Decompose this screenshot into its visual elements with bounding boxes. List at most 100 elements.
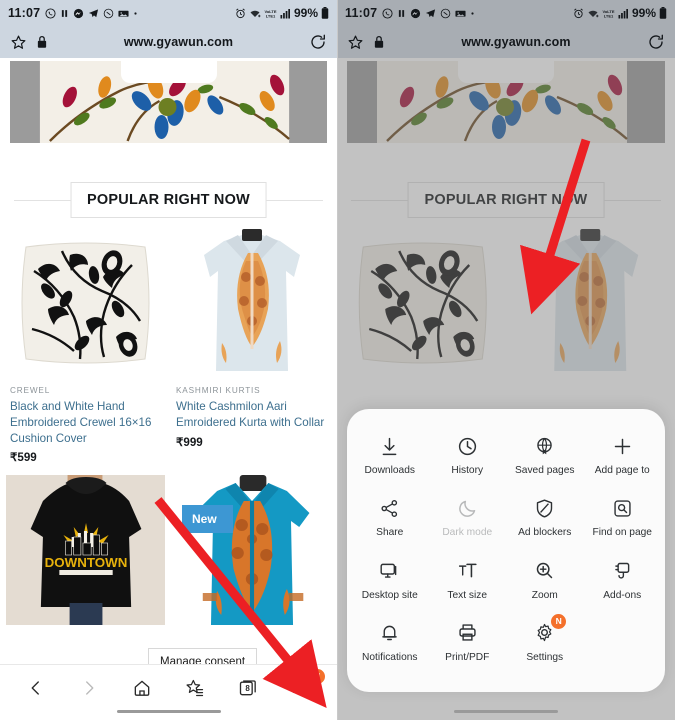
product-image-cushion[interactable] [343, 225, 503, 381]
url-text[interactable]: www.gyawun.com [385, 35, 647, 49]
menu-item-label: Ad blockers [518, 527, 572, 539]
menu-button[interactable]: N [281, 668, 325, 705]
status-system-icons: VoLTE LTE1 99% [235, 6, 329, 20]
globe-save-icon [534, 434, 555, 458]
product-image-kurta-white[interactable] [509, 225, 669, 381]
alarm-icon [235, 8, 246, 19]
menu-item-share[interactable]: Share [351, 487, 429, 549]
menu-item-settings[interactable]: N Settings [506, 612, 584, 674]
menu-item-text-size[interactable]: Text size [429, 550, 507, 612]
product-card[interactable]: KASHMIRI KURTIS White Cashmilon Aari Emr… [172, 225, 331, 464]
menu-item-downloads[interactable]: Downloads [351, 425, 429, 487]
menu-item-desktop-site[interactable]: Desktop site [351, 550, 429, 612]
forward-button [69, 671, 109, 705]
product-image-hoodie[interactable]: DOWNTOWN [6, 475, 165, 626]
menu-item-add-ons[interactable]: Add-ons [584, 550, 662, 612]
star-icon[interactable] [10, 34, 27, 51]
menu-item-label: Saved pages [515, 465, 575, 477]
product-name[interactable]: White Cashmilon Aari Emroidered Kurta wi… [176, 399, 327, 431]
menu-item-label: Text size [447, 589, 488, 601]
desktop-monitor-icon [379, 559, 400, 583]
url-text[interactable]: www.gyawun.com [48, 35, 309, 49]
battery-icon [321, 7, 329, 19]
whatsapp-icon [45, 7, 56, 19]
printer-icon [457, 621, 478, 645]
menu-item-dark-mode[interactable]: Dark mode [429, 487, 507, 549]
back-button[interactable] [16, 671, 56, 705]
product-name[interactable]: Black and White Hand Embroidered Crewel … [10, 399, 161, 446]
home-indicator [454, 709, 558, 713]
star-list-icon[interactable] [175, 671, 215, 705]
menu-item-zoom[interactable]: Zoom [506, 550, 584, 612]
product-category: CREWEL [10, 386, 51, 395]
menu-item-label: Dark mode [442, 527, 493, 539]
url-bar-left-icons [10, 34, 48, 51]
dual-screenshot-stage: 11:07 VoLTE LTE1 99% www.gyawun.com POPU… [0, 0, 675, 720]
volte-icon: VoLTE LTE1 [264, 8, 277, 19]
page-content-right: POPULAR RIGHT NOW Downloads History Save… [337, 58, 675, 720]
menu-notification-badge: N [309, 668, 325, 684]
new-badge: New [182, 505, 233, 534]
url-bar-left[interactable]: www.gyawun.com [0, 26, 337, 58]
screenshot-right: 11:07 VoLTE LTE1 99% www.gyawun.com POPU… [337, 0, 675, 720]
menu-item-find-on-page[interactable]: Find on page [584, 487, 662, 549]
product-grid-row-1: CREWEL Black and White Hand Embroidered … [0, 225, 337, 464]
download-icon [379, 434, 400, 458]
menu-item-label: Add page to [594, 465, 650, 477]
menu-item-ad-blockers[interactable]: Ad blockers [506, 487, 584, 549]
reload-icon[interactable] [309, 33, 327, 51]
pause-icon [397, 8, 406, 19]
product-image-kurta-white[interactable] [172, 225, 331, 381]
text-size-icon [457, 559, 478, 583]
product-meta: CREWEL Black and White Hand Embroidered … [6, 381, 165, 464]
find-on-page-icon [612, 496, 633, 520]
menu-item-print-pdf[interactable]: Print/PDF [429, 612, 507, 674]
zoom-in-icon [534, 559, 555, 583]
lock-icon [36, 35, 48, 49]
wifi-icon [249, 8, 261, 19]
clock-outline-icon [440, 8, 451, 19]
menu-item-label: Add-ons [603, 589, 642, 601]
menu-row: Desktop site Text size Zoom Add-ons [351, 550, 661, 612]
history-clock-icon [457, 434, 478, 458]
product-card[interactable] [343, 225, 503, 381]
menu-item-label: History [451, 465, 484, 477]
hero-banner-image [347, 61, 665, 143]
url-bar-right[interactable]: www.gyawun.com [337, 26, 675, 58]
status-bar-right: 11:07 VoLTE LTE1 99% [337, 0, 675, 26]
page-title: POPULAR RIGHT NOW [407, 182, 605, 218]
svg-text:LTE1: LTE1 [604, 13, 614, 18]
menu-item-label: Notifications [362, 651, 418, 663]
status-notification-icons [382, 7, 475, 19]
home-icon[interactable] [122, 671, 162, 705]
product-card[interactable] [509, 225, 669, 381]
telegram-icon [88, 8, 99, 19]
product-image-kurta-teal[interactable]: New [172, 475, 331, 626]
menu-item-label: Print/PDF [445, 651, 490, 663]
battery-percent: 99% [293, 6, 318, 20]
menu-item-add-page-to[interactable]: Add page to [584, 425, 662, 487]
menu-item-empty [584, 612, 662, 674]
menu-item-label: Find on page [592, 527, 652, 539]
menu-item-label: Share [376, 527, 404, 539]
tabs-icon[interactable]: 8 [228, 671, 268, 705]
status-system-icons: VoLTE LTE1 99% [573, 6, 667, 20]
menu-item-label: Desktop site [361, 589, 418, 601]
menu-item-history[interactable]: History [429, 425, 507, 487]
status-time: 11:07 [345, 6, 378, 20]
screenshot-left: 11:07 VoLTE LTE1 99% www.gyawun.com POPU… [0, 0, 337, 720]
menu-row: Share Dark mode Ad blockers Find on page [351, 487, 661, 549]
product-image-cushion[interactable] [6, 225, 165, 381]
shield-block-icon [534, 496, 555, 520]
product-card[interactable]: CREWEL Black and White Hand Embroidered … [6, 225, 165, 464]
menu-item-saved-pages[interactable]: Saved pages [506, 425, 584, 487]
signal-icon [280, 8, 291, 19]
menu-item-label: Zoom [531, 589, 558, 601]
star-icon[interactable] [347, 34, 364, 51]
whatsapp-icon [382, 7, 393, 19]
reload-icon[interactable] [647, 33, 665, 51]
menu-item-notifications[interactable]: Notifications [351, 612, 429, 674]
telegram-icon [425, 8, 436, 19]
gear-icon: N [534, 613, 567, 645]
bell-icon [379, 621, 400, 645]
